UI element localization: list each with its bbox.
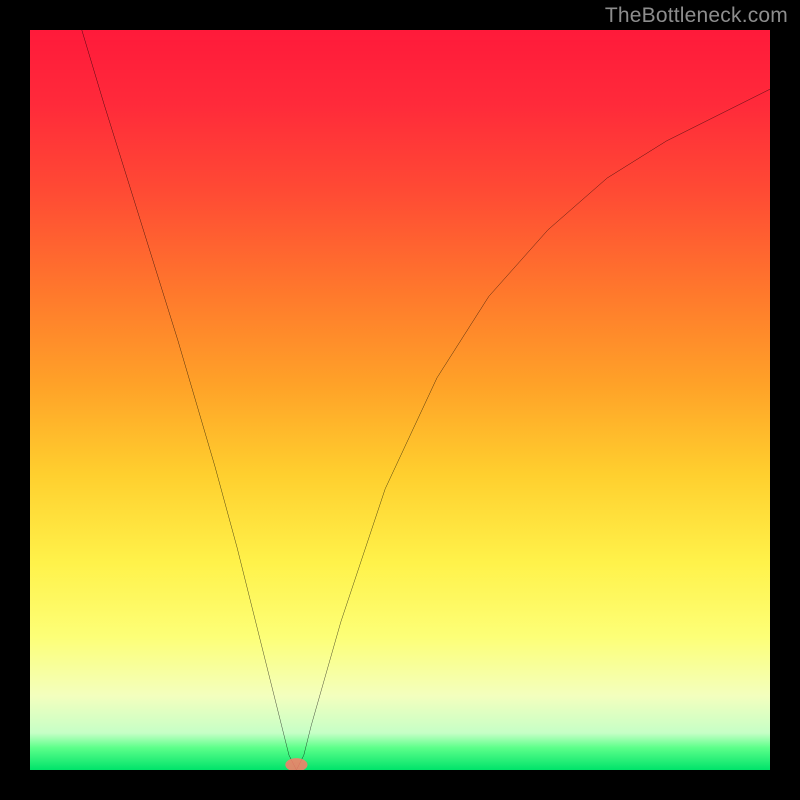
watermark-text: TheBottleneck.com — [605, 4, 788, 28]
chart-frame: TheBottleneck.com — [0, 0, 800, 800]
bottleneck-curve — [82, 30, 770, 770]
minimum-marker — [285, 758, 307, 770]
plot-area — [30, 30, 770, 770]
curve-layer — [30, 30, 770, 770]
